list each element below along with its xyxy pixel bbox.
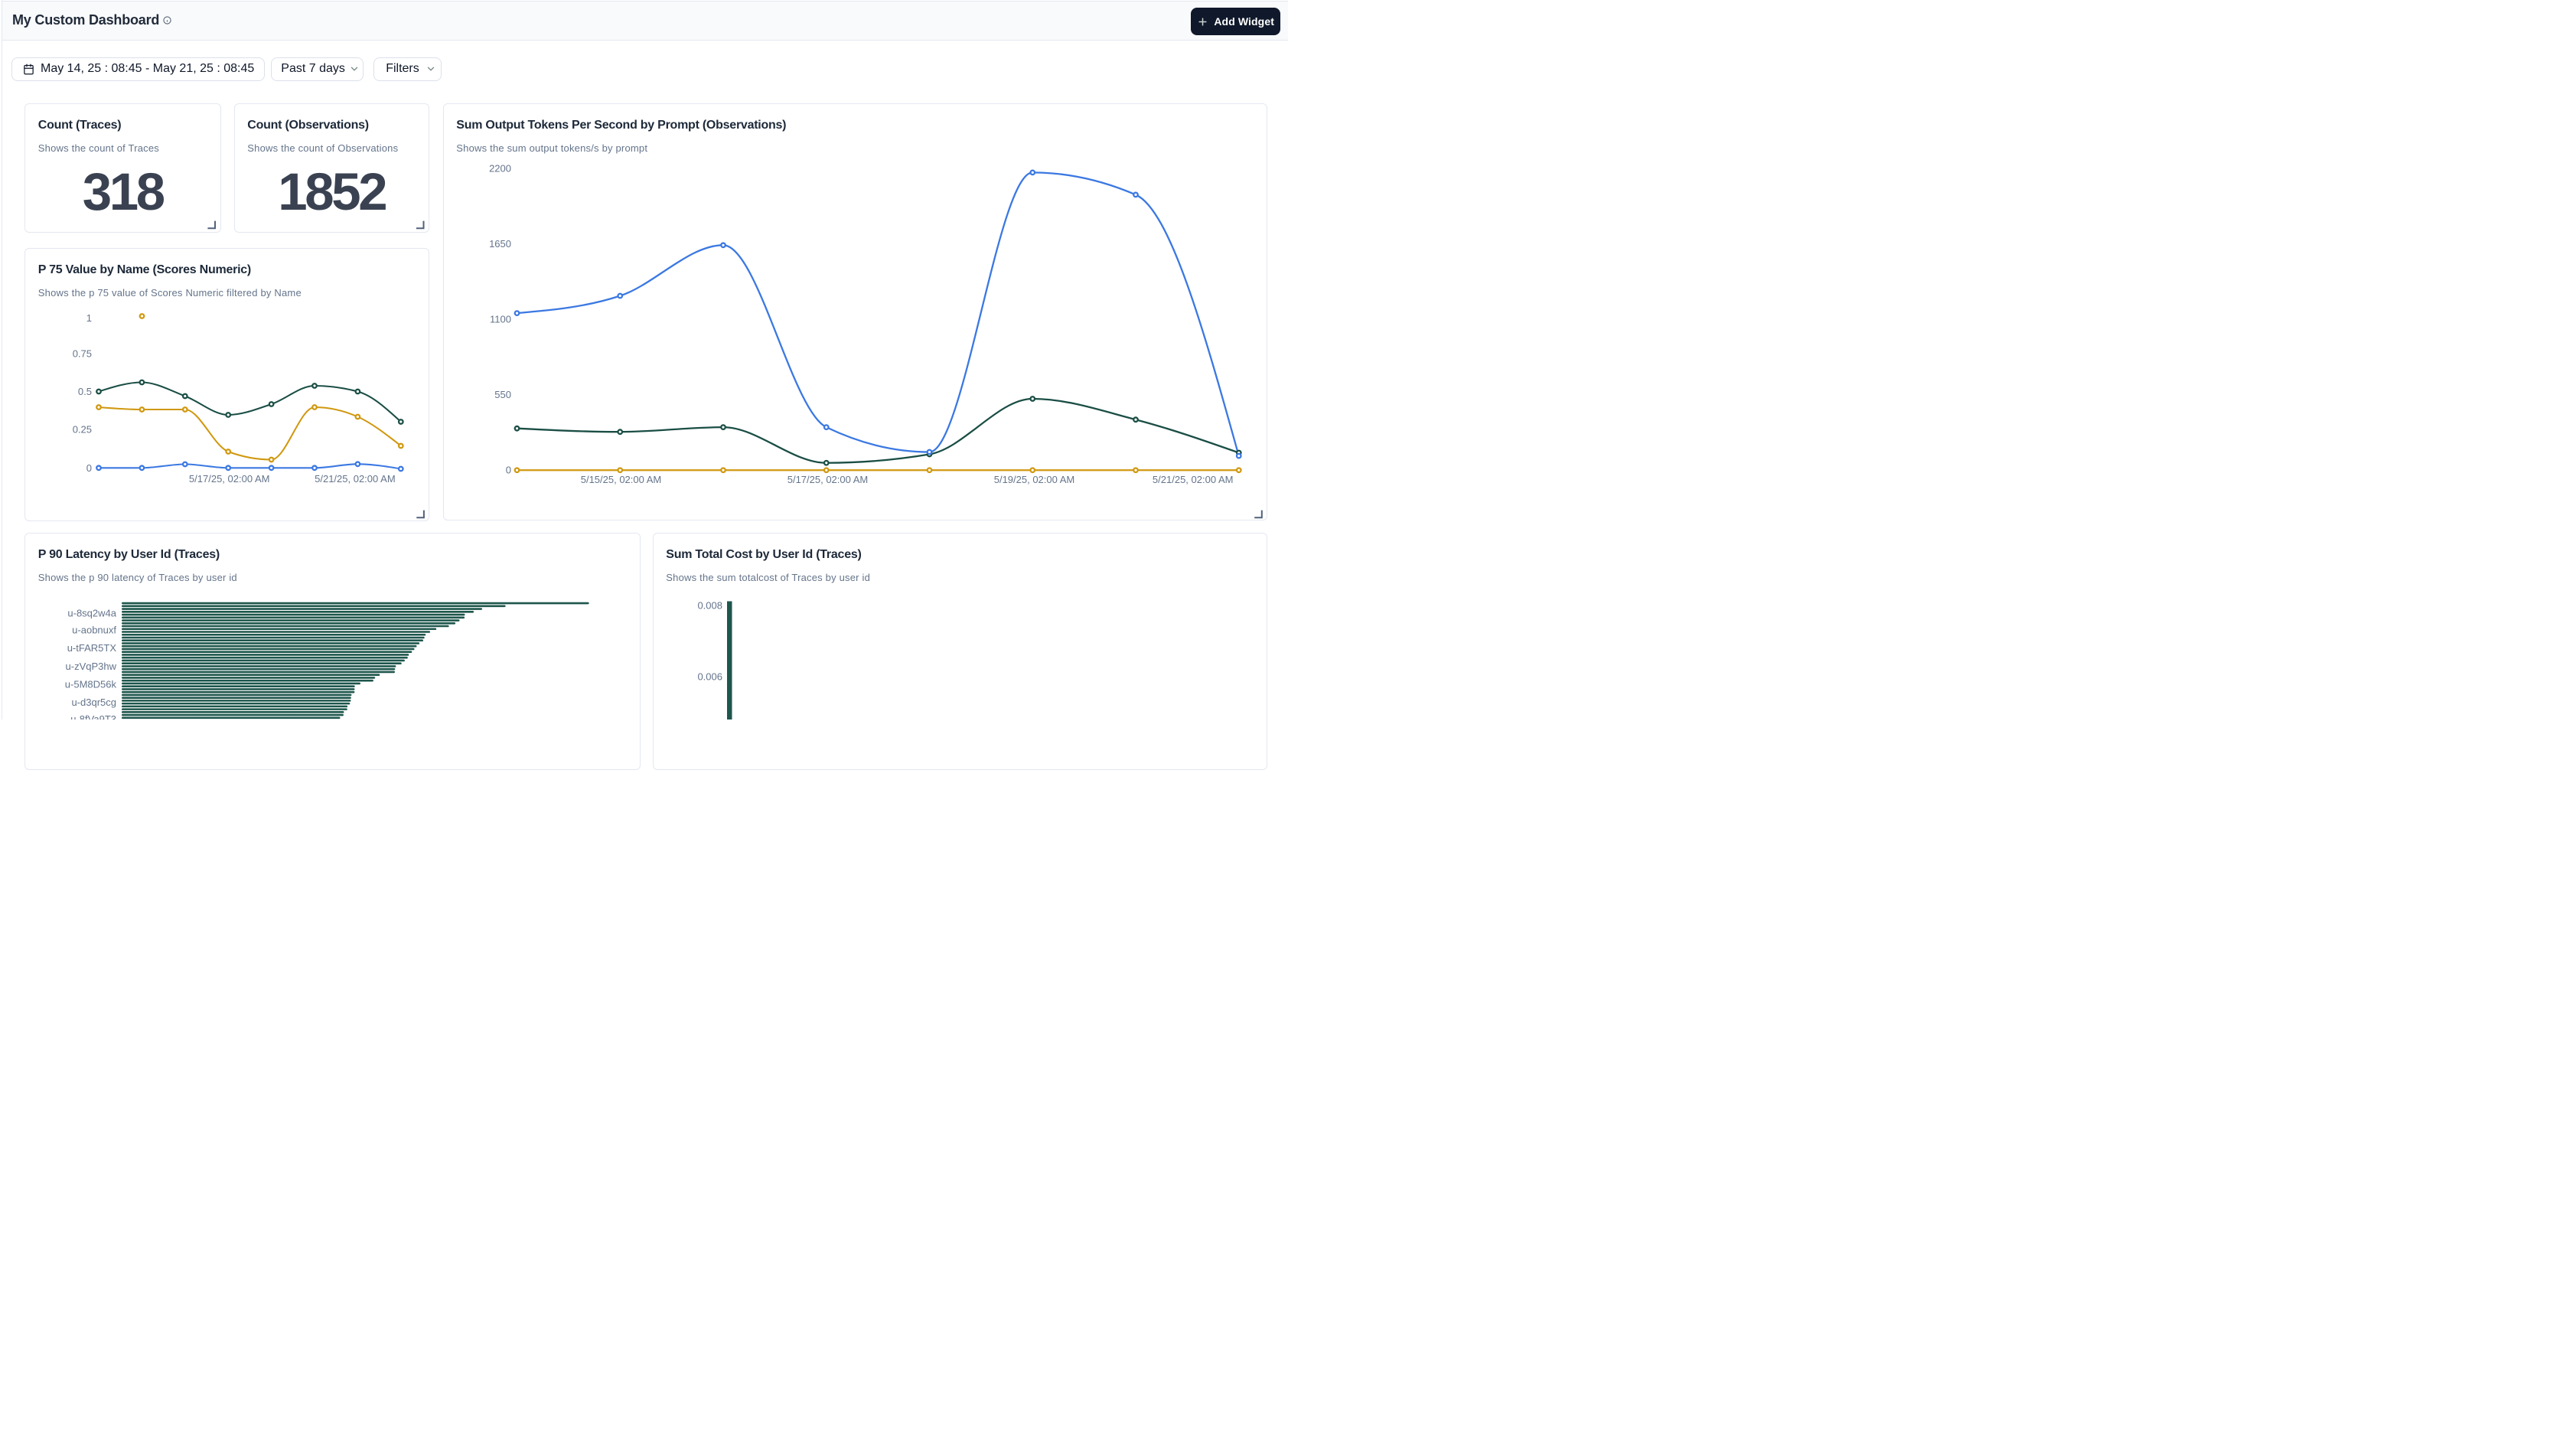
- svg-text:1650: 1650: [489, 238, 511, 250]
- svg-text:0.5: 0.5: [78, 386, 92, 397]
- svg-text:0.25: 0.25: [73, 424, 92, 436]
- svg-text:5/15/25, 02:00 AM: 5/15/25, 02:00 AM: [581, 474, 662, 485]
- svg-text:u-tFAR5TX: u-tFAR5TX: [67, 642, 117, 654]
- svg-text:0.008: 0.008: [697, 600, 722, 612]
- svg-text:5/17/25, 02:00 AM: 5/17/25, 02:00 AM: [189, 473, 270, 485]
- svg-text:5/21/25, 02:00 AM: 5/21/25, 02:00 AM: [1153, 474, 1234, 485]
- svg-text:2200: 2200: [489, 162, 511, 174]
- svg-text:u-aobnuxf: u-aobnuxf: [72, 625, 116, 636]
- svg-text:u-8sq2w4a: u-8sq2w4a: [67, 607, 116, 618]
- svg-text:0.006: 0.006: [697, 671, 722, 683]
- svg-text:u-d3qr5cg: u-d3qr5cg: [71, 697, 116, 708]
- svg-text:u-5M8D56k: u-5M8D56k: [65, 678, 117, 690]
- svg-text:0.75: 0.75: [73, 348, 92, 360]
- svg-text:0: 0: [506, 465, 511, 476]
- svg-text:5/17/25, 02:00 AM: 5/17/25, 02:00 AM: [787, 474, 869, 485]
- svg-text:0: 0: [86, 462, 92, 474]
- svg-text:5/21/25, 02:00 AM: 5/21/25, 02:00 AM: [315, 473, 396, 485]
- svg-text:1100: 1100: [490, 314, 511, 325]
- svg-text:1: 1: [86, 312, 92, 324]
- svg-text:u-zVqP3hw: u-zVqP3hw: [66, 661, 117, 672]
- svg-text:550: 550: [494, 389, 511, 400]
- svg-text:5/19/25, 02:00 AM: 5/19/25, 02:00 AM: [994, 474, 1075, 485]
- svg-text:u-8fVa9T3: u-8fVa9T3: [70, 713, 116, 720]
